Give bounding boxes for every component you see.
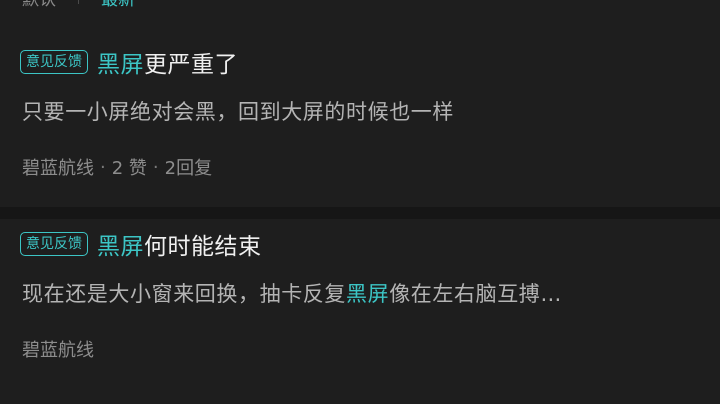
post-author[interactable]: 碧蓝航线 [22, 154, 94, 180]
snippet-text: 像在左右脑互搏… [389, 282, 563, 306]
meta-dot: · [100, 156, 106, 178]
post-snippet: 只要一小屏绝对会黑，回到大屏的时候也一样 [22, 100, 454, 124]
post-author[interactable]: 碧蓝航线 [22, 336, 94, 362]
post-item[interactable]: 意见反馈 黑屏更严重了 只要一小屏绝对会黑，回到大屏的时候也一样 碧蓝航线 · … [0, 38, 720, 210]
post-title-row: 意见反馈 黑屏何时能结束 [20, 220, 262, 268]
title-text: 更严重了 [144, 52, 238, 78]
sort-bar: 默认 最新 [0, 0, 720, 10]
category-tag[interactable]: 意见反馈 [20, 50, 88, 74]
snippet-highlight: 黑屏 [346, 282, 390, 306]
post-replies: 2回复 [164, 158, 213, 179]
post-title[interactable]: 黑屏更严重了 [97, 45, 238, 79]
post-title-row: 意见反馈 黑屏更严重了 [20, 38, 238, 86]
meta-dot: · [152, 156, 159, 178]
post-likes: 2 赞 [111, 158, 147, 179]
title-highlight: 黑屏 [97, 234, 144, 260]
post-item[interactable]: 意见反馈 黑屏何时能结束 现在还是大小窗来回换，抽卡反复黑屏像在左右脑互搏… 碧… [0, 220, 720, 404]
post-separator [0, 207, 720, 219]
post-meta: 碧蓝航线 · 2 赞 · 2回复 [22, 154, 212, 180]
sort-latest-tab[interactable]: 最新 [101, 0, 135, 10]
sort-default-tab[interactable]: 默认 [22, 0, 56, 10]
title-highlight: 黑屏 [97, 52, 144, 78]
title-text: 何时能结束 [144, 234, 262, 260]
category-tag[interactable]: 意见反馈 [20, 232, 88, 256]
post-title[interactable]: 黑屏何时能结束 [97, 227, 262, 261]
sort-divider [78, 0, 79, 4]
snippet-text: 现在还是大小窗来回换，抽卡反复 [22, 282, 346, 306]
post-meta: 碧蓝航线 [22, 336, 94, 362]
post-snippet: 现在还是大小窗来回换，抽卡反复黑屏像在左右脑互搏… [22, 278, 702, 308]
